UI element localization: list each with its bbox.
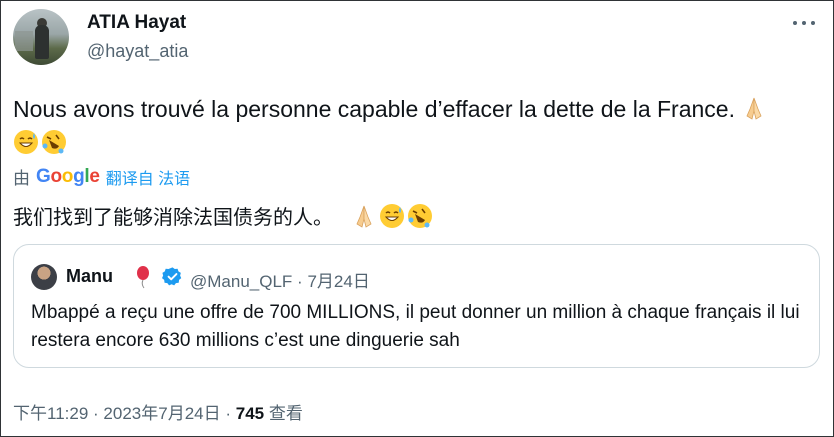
quoted-tweet[interactable]: Manu @Manu_QLF · 7月24日 Mbappé a reçu une… bbox=[13, 244, 820, 368]
translation-source-link[interactable]: 翻译自 法语 bbox=[106, 165, 190, 189]
footer-separator: · bbox=[93, 404, 99, 423]
emoji-line bbox=[13, 128, 67, 156]
quote-date[interactable]: 7月24日 bbox=[307, 272, 369, 291]
translation-by-label: 由 bbox=[13, 169, 30, 188]
rolling-laughing-icon bbox=[42, 130, 66, 154]
folded-hands-icon bbox=[356, 205, 372, 228]
quote-author-avatar[interactable] bbox=[31, 264, 57, 290]
tweet-card: ATIA Hayat @hayat_atia Nous avons trouvé… bbox=[0, 0, 834, 437]
tweet-date[interactable]: 2023年7月24日 bbox=[103, 404, 220, 423]
grinning-sweat-icon bbox=[14, 130, 38, 154]
translation-bar: 由 Google 翻译自 法语 bbox=[13, 164, 190, 189]
grinning-sweat-icon bbox=[380, 203, 404, 228]
more-options-icon[interactable] bbox=[793, 13, 815, 33]
footer-separator: · bbox=[225, 404, 232, 423]
tweet-text: Nous avons trouvé la personne capable d’… bbox=[13, 95, 767, 123]
folded-hands-icon bbox=[746, 97, 762, 120]
quote-author-handle[interactable]: @Manu_QLF bbox=[190, 272, 292, 291]
tweet-text-content: Nous avons trouvé la personne capable d’… bbox=[13, 96, 735, 122]
tweet-time[interactable]: 下午11:29 bbox=[13, 404, 88, 423]
google-logo: Google bbox=[36, 165, 100, 187]
avatar-figure bbox=[35, 25, 49, 59]
translated-text-content: 我们找到了能够消除法国债务的人。 bbox=[13, 207, 333, 229]
rolling-laughing-icon bbox=[408, 203, 432, 228]
balloon-icon bbox=[137, 266, 149, 289]
avatar-background bbox=[15, 31, 33, 51]
quote-author-name[interactable]: Manu bbox=[66, 266, 113, 287]
views-count[interactable]: 745 bbox=[236, 404, 264, 423]
views-label: 查看 bbox=[268, 404, 303, 423]
verified-badge-icon bbox=[162, 267, 182, 286]
author-avatar[interactable] bbox=[13, 9, 69, 65]
tweet-footer: 下午11:29 · 2023年7月24日 · 745 查看 bbox=[13, 399, 303, 424]
author-handle[interactable]: @hayat_atia bbox=[87, 41, 188, 62]
quote-text: Mbappé a reçu une offre de 700 MILLIONS,… bbox=[31, 302, 800, 351]
quote-meta: @Manu_QLF · 7月24日 bbox=[190, 267, 370, 292]
translated-text: 我们找到了能够消除法国债务的人。 bbox=[13, 201, 433, 230]
author-name[interactable]: ATIA Hayat bbox=[87, 12, 186, 34]
quote-meta-separator: · bbox=[297, 272, 303, 291]
